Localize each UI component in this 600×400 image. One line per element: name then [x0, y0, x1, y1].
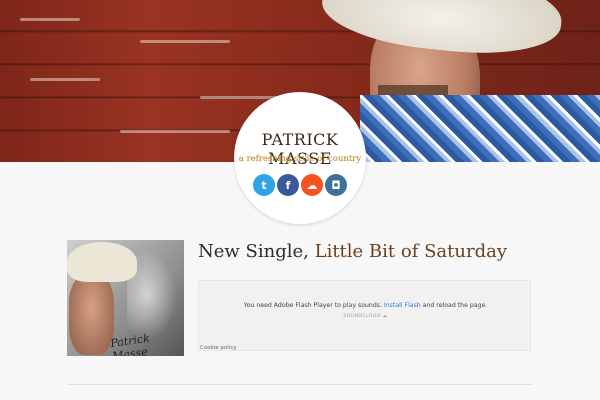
twitter-icon[interactable]: t [253, 174, 275, 196]
soundcloud-brand[interactable]: SOUNDCLOUD ☁ [199, 314, 532, 319]
album-face [69, 275, 114, 355]
paint-streak [20, 18, 80, 21]
cookie-policy-link[interactable]: Cookie policy [200, 345, 237, 351]
site-badge: PATRICK MASSE a refreshing style of coun… [234, 92, 366, 224]
paint-streak [120, 130, 230, 133]
post-title-highlight[interactable]: Little Bit of Saturday [315, 241, 507, 262]
install-flash-link[interactable]: Install Flash [384, 302, 421, 309]
post-title[interactable]: New Single, Little Bit of Saturday [198, 241, 507, 262]
paint-streak [140, 40, 230, 43]
flash-message-tail: and reload the page. [422, 302, 488, 309]
album-caption: Patrick Masse [109, 331, 151, 356]
artist-shirt [360, 95, 600, 162]
soundcloud-icon[interactable]: ☁ [301, 174, 323, 196]
album-cover[interactable]: Patrick Masse [67, 240, 184, 356]
flash-message-text: You need Adobe Flash Player to play soun… [243, 302, 382, 309]
facebook-icon[interactable]: f [277, 174, 299, 196]
album-hat [67, 242, 137, 282]
paint-streak [30, 78, 100, 81]
instagram-icon[interactable]: ◘ [325, 174, 347, 196]
post-title-prefix: New Single, [198, 241, 309, 262]
social-links: t f ☁ ◘ [253, 174, 349, 196]
flash-message: You need Adobe Flash Player to play soun… [199, 302, 532, 309]
divider [67, 384, 533, 385]
soundcloud-player: You need Adobe Flash Player to play soun… [198, 280, 531, 351]
site-tagline: a refreshing style of country [238, 154, 362, 164]
paint-streak [200, 96, 280, 99]
